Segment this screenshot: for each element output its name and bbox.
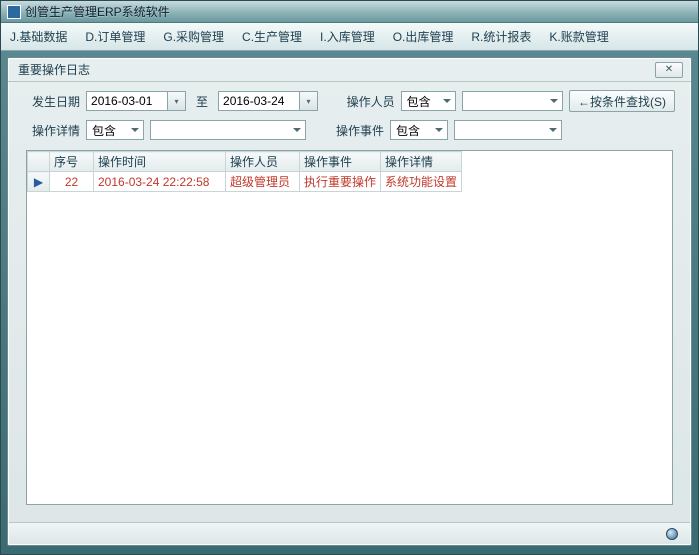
app-icon: [7, 5, 21, 19]
cell-id: 22: [50, 172, 94, 192]
panel-close-button[interactable]: ✕: [655, 62, 683, 78]
col-operator[interactable]: 操作人员: [226, 152, 300, 172]
col-time[interactable]: 操作时间: [94, 152, 226, 172]
filter-row-1: 发生日期 2016-03-01 ▾ 至 2016-03-24 ▾ 操作人员 包含…: [32, 90, 675, 112]
detail-match-select[interactable]: 包含: [86, 120, 144, 140]
date-label: 发生日期: [32, 93, 80, 110]
grid-corner: [28, 152, 50, 172]
date-from-dropdown-icon[interactable]: ▾: [168, 91, 186, 111]
to-label: 至: [192, 93, 212, 110]
col-event[interactable]: 操作事件: [300, 152, 381, 172]
date-to-input[interactable]: 2016-03-24: [218, 91, 300, 111]
grid-header-row: 序号 操作时间 操作人员 操作事件 操作详情: [28, 152, 462, 172]
cell-detail: 系统功能设置: [381, 172, 462, 192]
menu-order[interactable]: D.订单管理: [76, 23, 154, 50]
data-grid[interactable]: 序号 操作时间 操作人员 操作事件 操作详情 ▶ 22 2016-03-24 2…: [26, 150, 673, 505]
menu-reports[interactable]: R.统计报表: [462, 23, 540, 50]
search-button[interactable]: ←按条件查找(S): [569, 90, 675, 112]
cell-operator: 超级管理员: [226, 172, 300, 192]
table-row[interactable]: ▶ 22 2016-03-24 22:22:58 超级管理员 执行重要操作 系统…: [28, 172, 462, 192]
col-detail[interactable]: 操作详情: [381, 152, 462, 172]
panel-title: 重要操作日志: [18, 61, 90, 78]
event-value-select[interactable]: [454, 120, 562, 140]
date-to-dropdown-icon[interactable]: ▾: [300, 91, 318, 111]
operator-label: 操作人员: [347, 93, 395, 110]
titlebar[interactable]: 创管生产管理ERP系统软件: [1, 1, 698, 23]
event-match-select[interactable]: 包含: [390, 120, 448, 140]
menubar: J.基础数据 D.订单管理 G.采购管理 C.生产管理 I.入库管理 O.出库管…: [1, 23, 698, 51]
menu-accounts[interactable]: K.账款管理: [540, 23, 617, 50]
menu-stock-out[interactable]: O.出库管理: [384, 23, 463, 50]
menu-stock-in[interactable]: I.入库管理: [311, 23, 384, 50]
row-marker-icon: ▶: [28, 172, 50, 192]
close-icon: ✕: [665, 64, 673, 75]
menu-production[interactable]: C.生产管理: [233, 23, 311, 50]
filter-area: 发生日期 2016-03-01 ▾ 至 2016-03-24 ▾ 操作人员 包含…: [8, 82, 691, 146]
operator-match-select[interactable]: 包含: [401, 91, 456, 111]
detail-value-select[interactable]: [150, 120, 306, 140]
date-from-input[interactable]: 2016-03-01: [86, 91, 168, 111]
menu-purchase[interactable]: G.采购管理: [154, 23, 233, 50]
cell-event: 执行重要操作: [300, 172, 381, 192]
panel-header: 重要操作日志 ✕: [8, 58, 691, 82]
status-bar: [9, 522, 690, 544]
window-title: 创管生产管理ERP系统软件: [25, 3, 170, 20]
col-id[interactable]: 序号: [50, 152, 94, 172]
workspace-panel: 重要操作日志 ✕ 发生日期 2016-03-01 ▾ 至 2016-03-24 …: [7, 57, 692, 546]
menu-basic-data[interactable]: J.基础数据: [1, 23, 76, 50]
filter-row-2: 操作详情 包含 操作事件 包含: [32, 120, 675, 140]
status-orb-icon: [666, 528, 678, 540]
operator-value-select[interactable]: [462, 91, 563, 111]
main-window: 创管生产管理ERP系统软件 J.基础数据 D.订单管理 G.采购管理 C.生产管…: [0, 0, 699, 555]
detail-label: 操作详情: [32, 122, 80, 139]
cell-time: 2016-03-24 22:22:58: [94, 172, 226, 192]
event-label: 操作事件: [336, 122, 384, 139]
